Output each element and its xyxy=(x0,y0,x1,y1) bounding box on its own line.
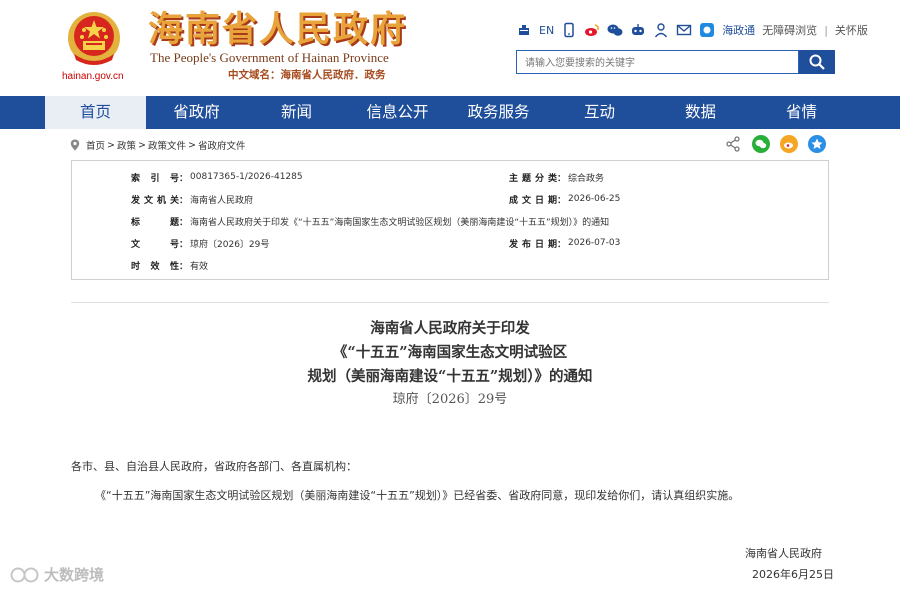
meta-label: 发文机关 xyxy=(131,195,179,206)
nav-item-interaction[interactable]: 互动 xyxy=(549,96,650,129)
national-emblem-icon[interactable] xyxy=(66,10,122,70)
header-toolbar: EN 海政通 无障碍浏览 | 关怀版 xyxy=(516,20,868,40)
nav-item-home[interactable]: 首页 xyxy=(45,96,146,129)
meta-index: 索 引 号： 00817365-1/2026-41285 xyxy=(131,170,303,184)
search-box xyxy=(516,50,799,75)
nav-item-data[interactable]: 数据 xyxy=(650,96,751,129)
share-bar xyxy=(724,135,826,153)
meta-title: 标 题： 海南省人民政府关于印发《“十五五”海南国家生态文明试验区规划（美丽海南… xyxy=(131,214,609,228)
search-icon xyxy=(809,54,825,70)
watermark-text: 大数跨境 xyxy=(44,566,105,584)
site-title-english: The People's Government of Hainan Provin… xyxy=(150,50,389,65)
meta-value: 琼府〔2026〕29号 xyxy=(190,239,270,250)
breadcrumb-home[interactable]: 首页 xyxy=(86,138,105,152)
meta-colon: ： xyxy=(179,261,189,272)
nav-item-news[interactable]: 新闻 xyxy=(246,96,347,129)
mail-icon[interactable] xyxy=(676,22,692,38)
document-metadata: 索 引 号： 00817365-1/2026-41285 主题分类： 综合政务 … xyxy=(71,160,829,280)
meta-colon: ： xyxy=(557,173,567,184)
document-title-line-2: 《“十五五”海南国家生态文明试验区 xyxy=(332,344,568,361)
document-number: 琼府〔2026〕29号 xyxy=(392,392,508,407)
document-salutation: 各市、县、自治县人民政府，省政府各部门、各直属机构： xyxy=(71,460,357,473)
meta-label: 文 号 xyxy=(131,239,179,250)
weibo-share-icon[interactable] xyxy=(780,135,798,153)
meta-colon: ： xyxy=(179,195,189,206)
meta-colon: ： xyxy=(179,217,189,228)
meta-created-date: 成文日期： 2026-06-25 xyxy=(509,192,620,206)
meta-value: 有效 xyxy=(190,261,209,272)
search-button[interactable] xyxy=(799,50,835,74)
watermark-logo-icon xyxy=(10,567,39,582)
toolbar-separator: | xyxy=(824,23,828,37)
meta-value: 2026-07-03 xyxy=(568,238,621,248)
meta-value: 2026-06-25 xyxy=(568,194,621,204)
robot-icon[interactable] xyxy=(630,22,646,38)
qzone-share-icon[interactable] xyxy=(808,135,826,153)
app-icon xyxy=(700,23,715,37)
location-pin-icon xyxy=(70,139,80,151)
meta-value: 海南省人民政府 xyxy=(190,195,254,206)
breadcrumb-separator: > xyxy=(138,139,146,151)
wechat-share-icon[interactable] xyxy=(752,135,770,153)
meta-label: 发布日期 xyxy=(509,239,557,250)
nav-item-services[interactable]: 政务服务 xyxy=(448,96,549,129)
mobile-icon[interactable] xyxy=(561,22,577,38)
site-title[interactable]: 海南省人民政府 xyxy=(148,10,407,50)
breadcrumb-separator: > xyxy=(107,139,115,151)
breadcrumb-policy[interactable]: 政策 xyxy=(117,138,136,152)
meta-label: 主题分类 xyxy=(509,173,557,184)
document-title-line-1: 海南省人民政府关于印发 xyxy=(370,320,530,337)
meta-value: 00817365-1/2026-41285 xyxy=(190,172,303,182)
meta-colon: ： xyxy=(179,239,189,250)
app-link[interactable]: 海政通 xyxy=(722,22,755,38)
meta-label: 时 效 性 xyxy=(131,261,179,272)
site-domain-text: hainan.gov.cn xyxy=(62,71,124,82)
section-divider xyxy=(71,302,829,303)
nav-item-government[interactable]: 省政府 xyxy=(146,96,247,129)
meta-published-date: 发布日期： 2026-07-03 xyxy=(509,236,620,250)
meta-label: 标 题 xyxy=(131,217,179,228)
meta-colon: ： xyxy=(557,195,567,206)
meta-category: 主题分类： 综合政务 xyxy=(509,170,604,184)
meta-value: 综合政务 xyxy=(568,173,605,184)
meta-colon: ： xyxy=(557,239,567,250)
meta-value: 海南省人民政府关于印发《“十五五”海南国家生态文明试验区规划（美丽海南建设“十五… xyxy=(190,217,610,228)
breadcrumb-policy-docs[interactable]: 政策文件 xyxy=(148,138,186,152)
watermark: 大数跨境 xyxy=(10,564,104,585)
breadcrumb-gov-docs[interactable]: 省政府文件 xyxy=(198,138,246,152)
breadcrumb: 首页 > 政策 > 政策文件 > 省政府文件 xyxy=(70,138,245,152)
share-icon[interactable] xyxy=(724,135,742,153)
meta-label: 索 引 号 xyxy=(131,173,179,184)
nav-item-province[interactable]: 省情 xyxy=(751,96,852,129)
weibo-icon[interactable] xyxy=(584,22,600,38)
search-input[interactable] xyxy=(525,52,795,75)
meta-label: 成文日期 xyxy=(509,195,557,206)
meta-colon: ： xyxy=(179,173,189,184)
signature-date: 2026年6月25日 xyxy=(752,568,834,581)
meta-validity: 时 效 性： 有效 xyxy=(131,258,208,272)
accessibility-link[interactable]: 无障碍浏览 xyxy=(762,22,817,38)
english-version-link[interactable]: EN xyxy=(539,24,554,37)
wechat-icon[interactable] xyxy=(607,22,623,38)
signature-org: 海南省人民政府 xyxy=(745,547,822,560)
meta-document-number: 文 号： 琼府〔2026〕29号 xyxy=(131,236,269,250)
customer-service-icon[interactable] xyxy=(516,22,532,38)
document-title-line-3: 规划（美丽海南建设“十五五”规划）》的通知 xyxy=(307,368,593,385)
chinese-domain-text: 中文域名：海南省人民政府．政务 xyxy=(228,69,386,81)
elder-mode-link[interactable]: 关怀版 xyxy=(835,22,868,38)
user-icon[interactable] xyxy=(653,22,669,38)
site-header: hainan.gov.cn 海南省人民政府 The People's Gover… xyxy=(0,0,900,96)
main-nav: 首页 省政府 新闻 信息公开 政务服务 互动 数据 省情 xyxy=(0,96,900,129)
document-body: 《“十五五”海南国家生态文明试验区规划（美丽海南建设“十五五”规划）》已经省委、… xyxy=(95,489,740,502)
meta-issuer: 发文机关： 海南省人民政府 xyxy=(131,192,253,206)
breadcrumb-separator: > xyxy=(187,139,196,151)
nav-item-disclosure[interactable]: 信息公开 xyxy=(347,96,448,129)
